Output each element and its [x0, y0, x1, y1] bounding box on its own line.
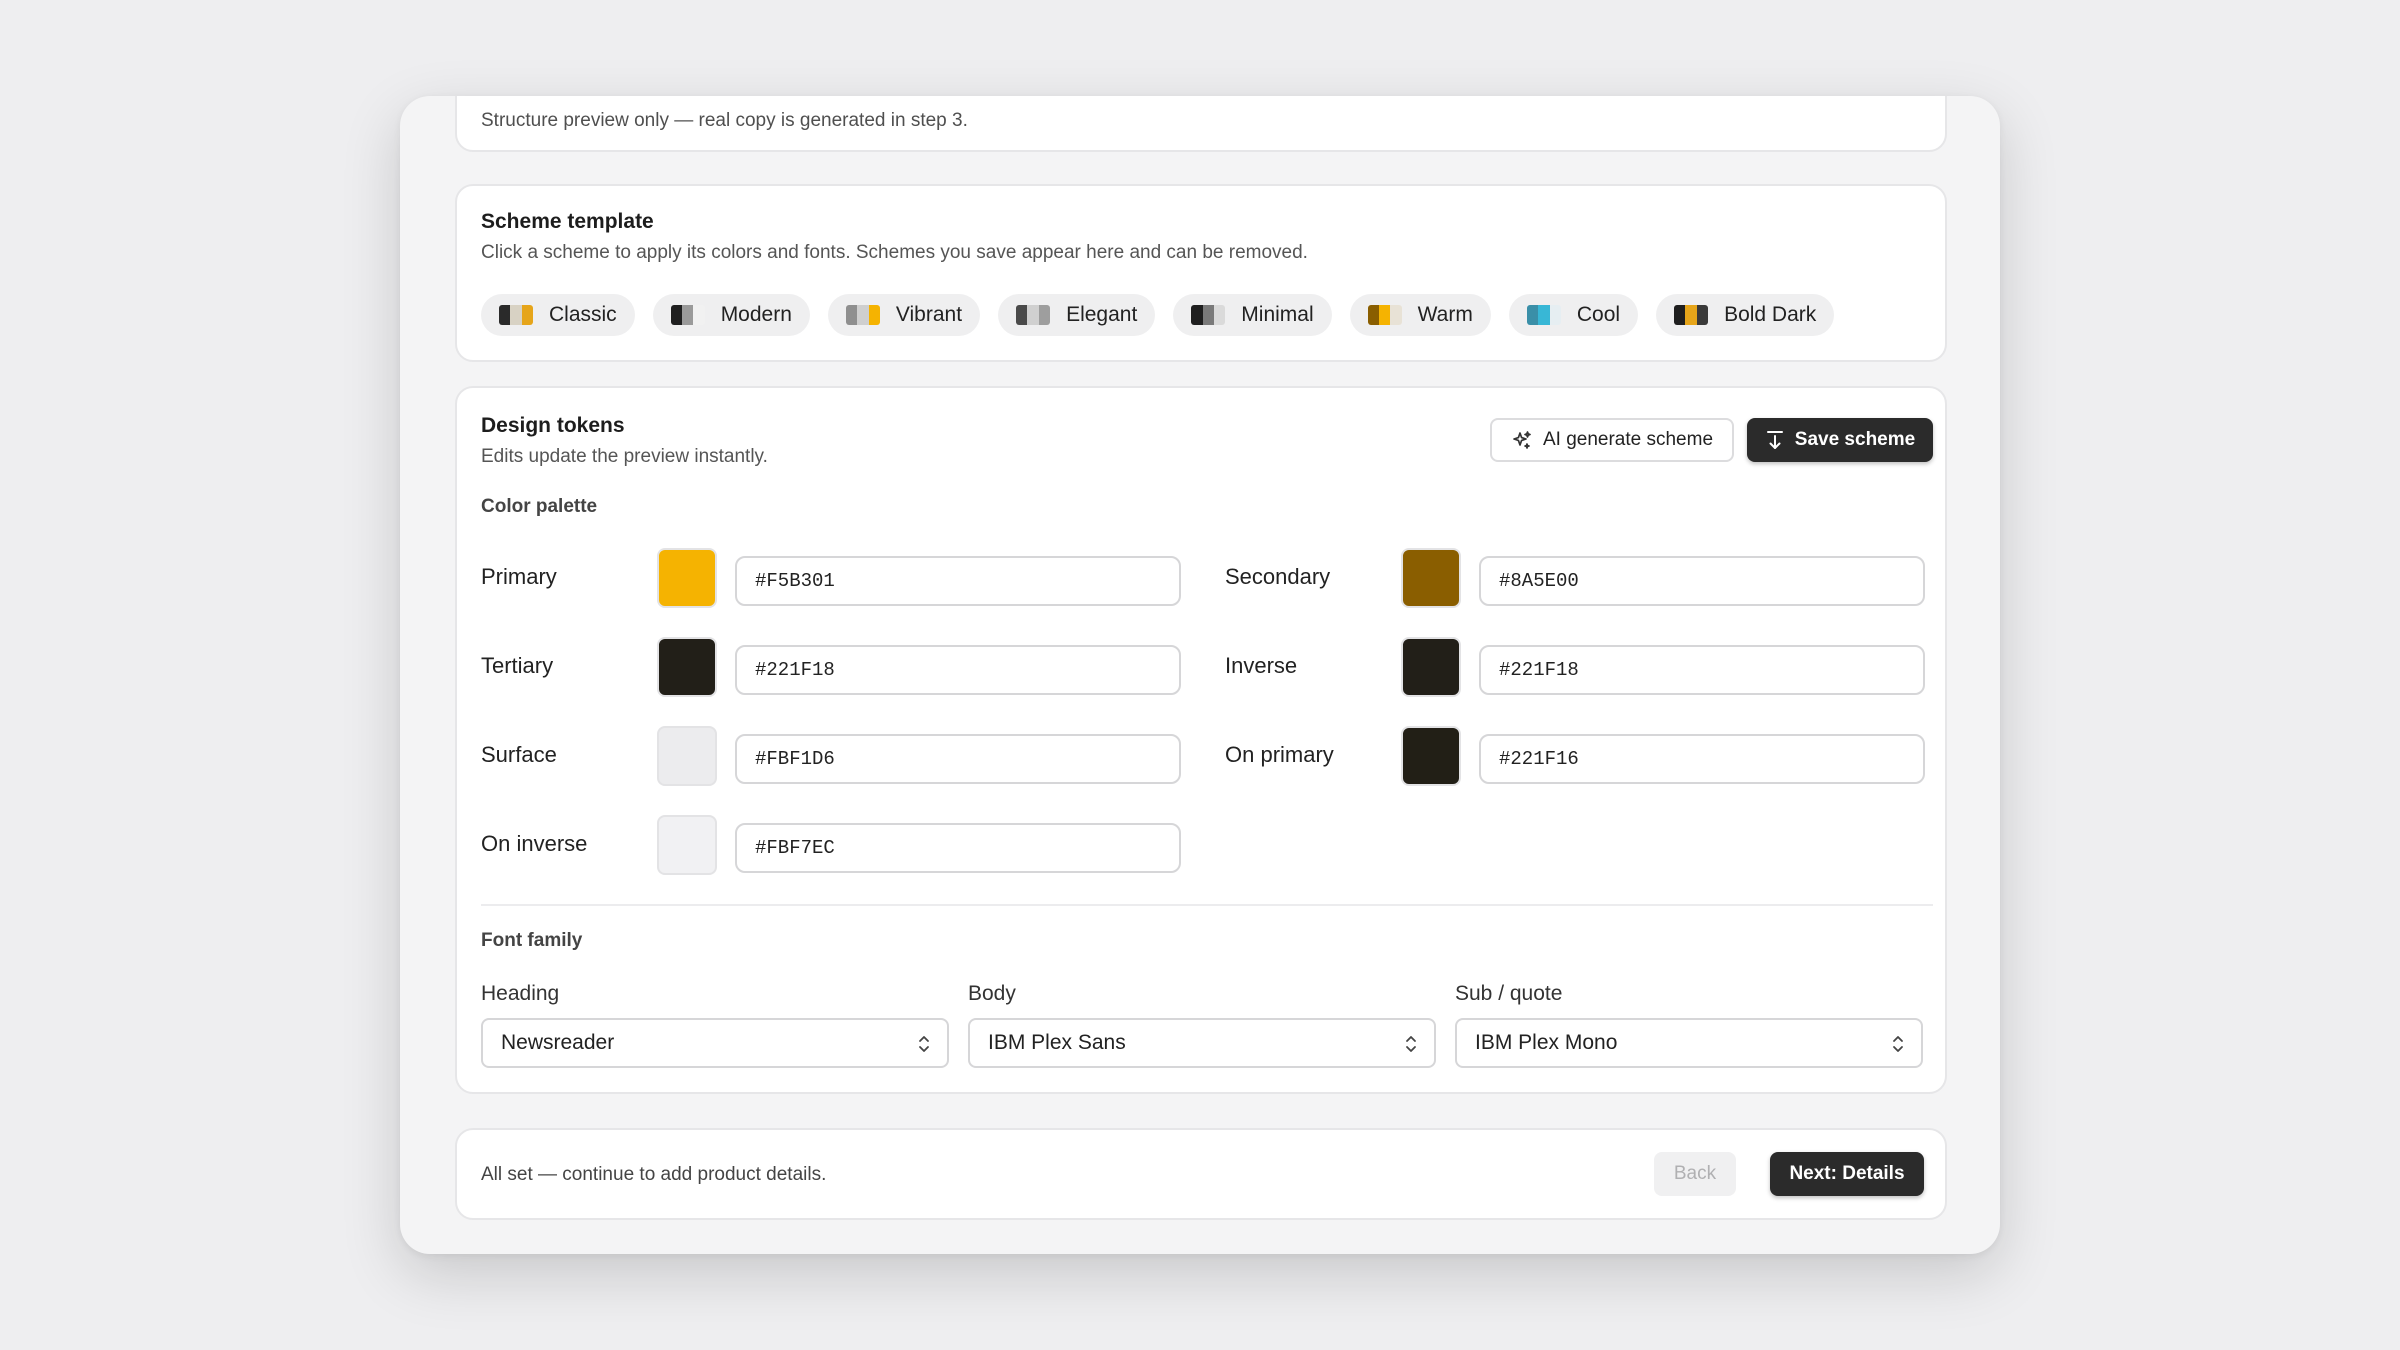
color-swatch[interactable]	[657, 637, 717, 697]
design-tokens-card: Design tokens Edits update the preview i…	[455, 386, 1947, 1094]
scheme-chip-elegant[interactable]: Elegant	[998, 294, 1156, 336]
save-scheme-button[interactable]: Save scheme	[1747, 418, 1933, 462]
section-divider	[481, 904, 1933, 906]
color-hex-input[interactable]: #221F18	[735, 645, 1181, 695]
scheme-chip-label: Bold Dark	[1724, 303, 1817, 326]
color-row-tertiary: Tertiary #221F18	[481, 637, 1181, 699]
font-field-heading: Heading Newsreader	[481, 982, 949, 1068]
font-field-label: Body	[968, 982, 1016, 1005]
scheme-chip-bold-dark[interactable]: Bold Dark	[1656, 294, 1835, 336]
scheme-swatch	[1367, 305, 1402, 325]
scheme-subtitle: Click a scheme to apply its colors and f…	[481, 242, 1308, 263]
scheme-swatch	[1526, 305, 1561, 325]
color-row-surface: Surface #FBF1D6	[481, 726, 1181, 788]
color-swatch[interactable]	[657, 815, 717, 875]
color-swatch[interactable]	[1401, 726, 1461, 786]
color-label: Secondary	[1225, 564, 1331, 589]
scheme-chip-label: Cool	[1576, 303, 1621, 326]
color-hex-input[interactable]: #221F18	[1479, 645, 1925, 695]
scheme-chip-label: Modern	[720, 303, 792, 326]
select-value: IBM Plex Sans	[988, 1031, 1126, 1054]
color-label: Primary	[481, 564, 557, 589]
footer-note: All set — continue to add product detail…	[481, 1164, 827, 1185]
color-swatch[interactable]	[1401, 637, 1461, 697]
sub-quote-font-select[interactable]: IBM Plex Mono	[1455, 1018, 1923, 1068]
scheme-chip-label: Warm	[1417, 303, 1473, 326]
color-label: Tertiary	[481, 653, 554, 678]
color-row-on-inverse: On inverse #FBF7EC	[481, 815, 1181, 877]
chevron-up-down-icon	[1891, 1033, 1905, 1055]
color-row-primary: Primary #F5B301	[481, 548, 1181, 610]
color-label: On primary	[1225, 742, 1334, 767]
color-hex-input[interactable]: #8A5E00	[1479, 556, 1925, 606]
scheme-chip-label: Vibrant	[895, 303, 963, 326]
tokens-subtitle: Edits update the preview instantly.	[481, 446, 768, 467]
color-hex-input[interactable]: #F5B301	[735, 556, 1181, 606]
font-field-label: Heading	[481, 982, 560, 1005]
scheme-swatch	[670, 305, 705, 325]
color-swatch[interactable]	[657, 548, 717, 608]
download-icon	[1765, 429, 1785, 451]
font-family-label: Font family	[481, 930, 583, 951]
scheme-chip-label: Minimal	[1241, 303, 1314, 326]
select-value: IBM Plex Mono	[1475, 1031, 1618, 1054]
heading-font-select[interactable]: Newsreader	[481, 1018, 949, 1068]
scheme-swatch	[499, 305, 533, 325]
footer-card: All set — continue to add product detail…	[455, 1128, 1947, 1220]
chevron-up-down-icon	[917, 1033, 931, 1055]
save-scheme-label: Save scheme	[1794, 429, 1916, 450]
color-label: Surface	[481, 742, 557, 767]
color-label: Inverse	[1225, 653, 1298, 678]
scheme-chip-label: Classic	[549, 303, 617, 326]
font-field-label: Sub / quote	[1455, 982, 1563, 1005]
color-hex-input[interactable]: #FBF7EC	[735, 823, 1181, 873]
scheme-chip-list: Classic Modern Vibrant Elegant Minimal W…	[481, 294, 1835, 336]
color-row-inverse: Inverse #221F18	[1225, 637, 1925, 699]
color-palette-label: Color palette	[481, 496, 598, 517]
scheme-swatch	[1191, 305, 1226, 325]
scheme-chip-modern[interactable]: Modern	[652, 294, 810, 336]
sparkle-icon	[1511, 429, 1533, 451]
scheme-chip-minimal[interactable]: Minimal	[1173, 294, 1332, 336]
scheme-chip-classic[interactable]: Classic	[481, 294, 635, 336]
font-field-sub-quote: Sub / quote IBM Plex Mono	[1455, 982, 1923, 1068]
color-hex-input[interactable]: #221F16	[1479, 734, 1925, 784]
scheme-swatch	[1674, 305, 1709, 325]
color-row-on-primary: On primary #221F16	[1225, 726, 1925, 788]
scheme-chip-vibrant[interactable]: Vibrant	[827, 294, 981, 336]
scheme-template-card: Scheme template Click a scheme to apply …	[455, 184, 1947, 362]
color-row-secondary: Secondary #8A5E00	[1225, 548, 1925, 610]
color-hex-input[interactable]: #FBF1D6	[735, 734, 1181, 784]
scheme-chip-label: Elegant	[1066, 303, 1138, 326]
ai-generate-label: AI generate scheme	[1542, 429, 1714, 450]
next-details-button[interactable]: Next: Details	[1770, 1152, 1924, 1196]
scheme-chip-cool[interactable]: Cool	[1508, 294, 1639, 336]
color-label: On inverse	[481, 831, 588, 856]
chevron-up-down-icon	[1404, 1033, 1418, 1055]
select-value: Newsreader	[501, 1031, 615, 1054]
font-field-body: Body IBM Plex Sans	[968, 982, 1436, 1068]
body-font-select[interactable]: IBM Plex Sans	[968, 1018, 1436, 1068]
color-swatch[interactable]	[657, 726, 717, 786]
scheme-title: Scheme template	[481, 210, 654, 233]
wizard-window: Structure preview only — real copy is ge…	[400, 96, 2000, 1254]
scheme-swatch	[845, 305, 880, 325]
tokens-title: Design tokens	[481, 414, 625, 437]
scheme-chip-warm[interactable]: Warm	[1349, 294, 1491, 336]
preview-note: Structure preview only — real copy is ge…	[481, 110, 968, 131]
structure-preview-card: Structure preview only — real copy is ge…	[455, 96, 1947, 152]
back-button[interactable]: Back	[1654, 1152, 1736, 1196]
color-swatch[interactable]	[1401, 548, 1461, 608]
ai-generate-scheme-button[interactable]: AI generate scheme	[1490, 418, 1734, 462]
scheme-swatch	[1016, 305, 1051, 325]
